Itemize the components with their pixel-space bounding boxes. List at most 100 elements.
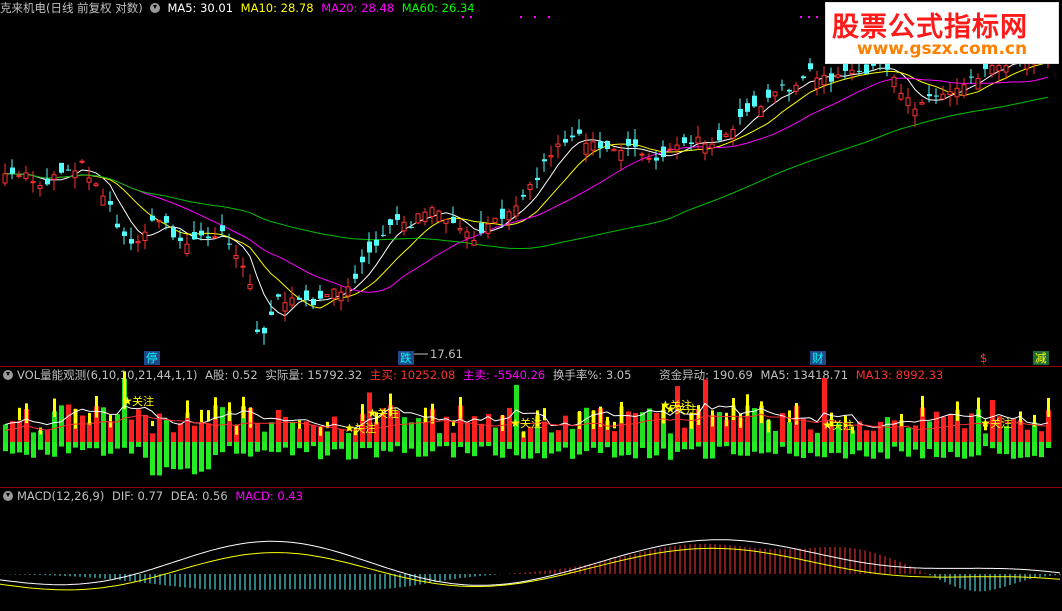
- candle-body: [563, 138, 568, 143]
- buy-bar: [801, 418, 806, 442]
- sell-bar: [542, 442, 547, 459]
- signal-bar: [459, 396, 462, 419]
- macd-chart[interactable]: [0, 488, 1062, 611]
- candle-body: [1003, 65, 1009, 73]
- candle-body: [255, 329, 260, 332]
- buy-bar: [493, 427, 498, 442]
- event-label-cai[interactable]: 财: [810, 351, 826, 365]
- candle-body: [247, 283, 253, 290]
- candle-body: [717, 129, 722, 141]
- sell-bar: [962, 442, 967, 459]
- volume-chart[interactable]: ★ 关注★ 关注★ 关注★ 关注★ 关注★ 关注★ 关注 ★ 关注: [0, 367, 1062, 487]
- sell-bar: [129, 442, 134, 454]
- candle-body: [793, 84, 799, 92]
- sell-bar: [192, 442, 197, 475]
- signal-bar: [725, 412, 728, 427]
- sell-bar: [885, 442, 890, 459]
- buy-bar: [45, 429, 50, 442]
- candle-body: [548, 155, 554, 158]
- candle-body: [821, 74, 827, 86]
- sell-bar: [430, 442, 435, 452]
- sell-bar: [171, 442, 176, 470]
- candle-body: [598, 141, 603, 149]
- candle-body: [787, 89, 792, 92]
- event-label-die[interactable]: 跌: [398, 351, 414, 365]
- candle-body: [702, 143, 708, 154]
- candle-body: [360, 256, 365, 263]
- candle-body: [135, 241, 141, 244]
- signal-bar: [361, 404, 364, 422]
- sell-bar: [59, 442, 64, 447]
- buy-bar: [948, 414, 953, 442]
- sell-bar: [619, 442, 624, 456]
- event-label-ting[interactable]: 停: [144, 351, 160, 365]
- sell-bar: [1032, 442, 1037, 456]
- candle-body: [122, 231, 127, 236]
- sell-bar: [913, 442, 918, 450]
- signal-bar: [53, 398, 56, 417]
- candle-body: [835, 74, 841, 78]
- candle-body: [674, 144, 680, 151]
- sell-bar: [136, 442, 141, 447]
- candle-body: [661, 146, 666, 158]
- candle-body: [758, 106, 764, 118]
- candle-body: [401, 221, 407, 232]
- buy-bar: [647, 408, 652, 442]
- sell-bar: [486, 442, 491, 447]
- buy-bar: [822, 378, 827, 442]
- candle-body: [583, 142, 589, 155]
- buy-bar: [31, 432, 36, 442]
- buy-bar: [654, 412, 659, 442]
- watermark-logo: 股票公式指标网 www.gszx.com.cn: [825, 2, 1059, 64]
- buy-bar: [983, 433, 988, 442]
- candle-body: [745, 103, 750, 112]
- candle-body: [72, 170, 78, 179]
- event-label-dollar[interactable]: $: [978, 351, 989, 365]
- sell-bar: [325, 442, 330, 456]
- candle-body: [192, 231, 197, 240]
- candle-body: [388, 219, 393, 226]
- candle-body: [233, 254, 239, 259]
- signal-dot: [808, 16, 810, 18]
- buy-bar: [66, 404, 71, 442]
- buy-bar: [584, 407, 589, 442]
- candle-body: [212, 236, 218, 239]
- sell-bar: [927, 442, 932, 449]
- candle-body: [374, 239, 379, 246]
- buy-bar: [787, 422, 792, 442]
- buy-bar: [927, 421, 932, 442]
- event-label-jian[interactable]: 减: [1033, 351, 1049, 365]
- candle-body: [849, 69, 855, 74]
- sell-bar: [185, 442, 190, 469]
- signal-bar: [235, 424, 238, 435]
- candle-body: [723, 133, 729, 137]
- sell-bar: [682, 442, 687, 450]
- sell-bar: [1004, 442, 1009, 455]
- signal-dot: [800, 16, 802, 18]
- buy-bar: [472, 416, 477, 442]
- buy-bar: [864, 430, 869, 442]
- sell-bar: [409, 442, 414, 449]
- candle-body: [10, 167, 15, 174]
- candle-body: [108, 201, 113, 205]
- buy-bar: [668, 433, 673, 442]
- candle-body: [276, 294, 281, 297]
- candle-body: [318, 290, 323, 299]
- sell-bar: [374, 442, 379, 458]
- sell-bar: [850, 442, 855, 455]
- signal-dot: [816, 16, 818, 18]
- sell-bar: [892, 442, 897, 447]
- sell-bar: [766, 442, 771, 453]
- signal-label: 关注: [354, 421, 376, 435]
- sell-bar: [976, 442, 981, 456]
- buy-bar: [969, 413, 974, 442]
- sell-bar: [115, 442, 120, 449]
- candle-body: [443, 218, 449, 224]
- sell-bar: [612, 442, 617, 458]
- dea-line: [0, 547, 1061, 591]
- signal-bar: [319, 426, 322, 436]
- sell-bar: [108, 442, 113, 454]
- sell-bar: [969, 442, 974, 457]
- buy-bar: [192, 425, 197, 442]
- buy-bar: [178, 423, 183, 442]
